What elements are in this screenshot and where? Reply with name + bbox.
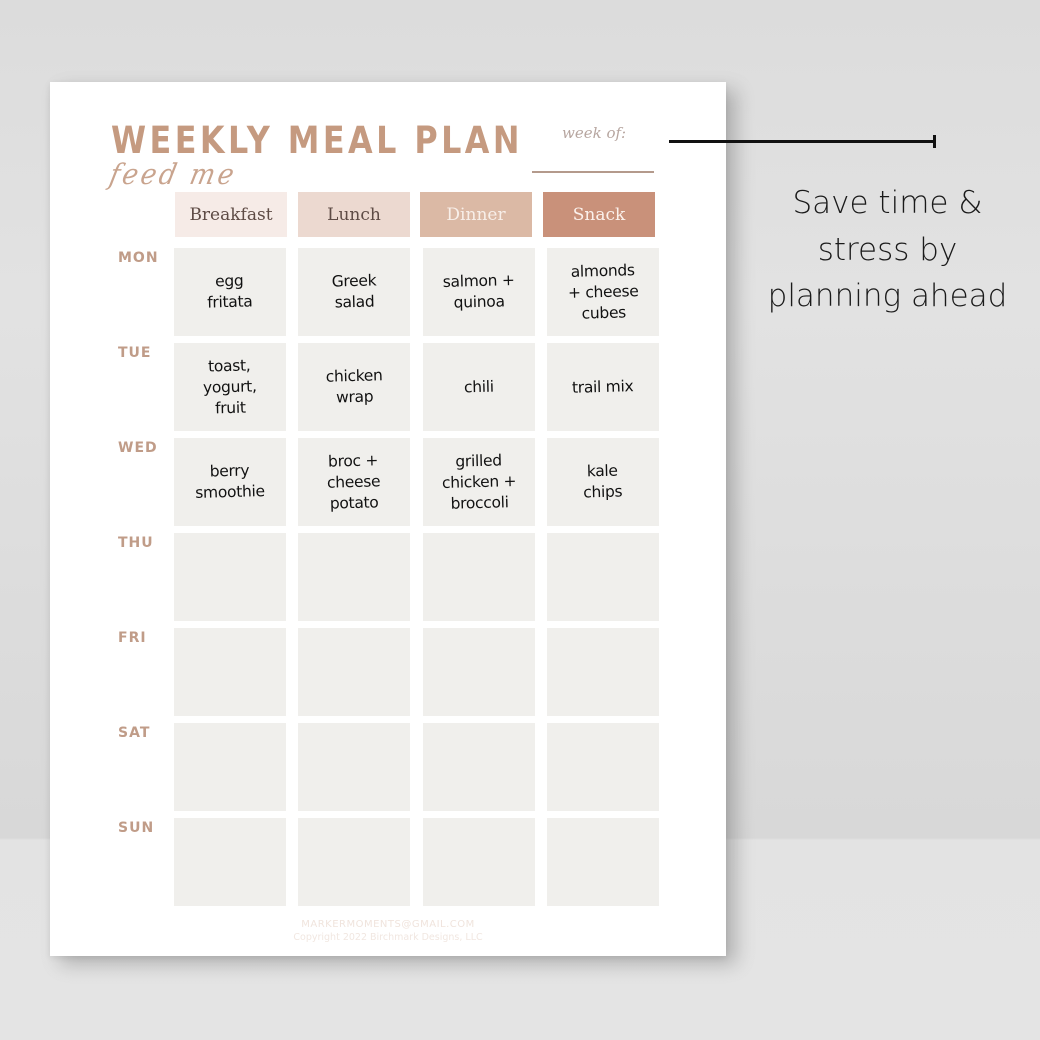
column-header-snack: Snack <box>543 192 655 237</box>
page-title: WEEKLY MEAL PLAN <box>111 119 523 162</box>
meal-cell-mon-lunch[interactable]: Greek salad <box>298 248 410 336</box>
week-of-label: week of: <box>562 124 627 142</box>
meal-cell-sun-snack[interactable] <box>547 818 659 906</box>
meal-cell-sat-breakfast[interactable] <box>174 723 286 811</box>
meal-cell-mon-snack[interactable]: almonds + cheese cubes <box>547 248 659 336</box>
meal-cell-thu-dinner[interactable] <box>423 533 535 621</box>
meal-cell-sat-snack[interactable] <box>547 723 659 811</box>
footer-copyright: Copyright 2022 Birchmark Designs, LLC <box>293 932 483 943</box>
meal-cell-sun-lunch[interactable] <box>298 818 410 906</box>
meal-text: berry smoothie <box>195 461 266 502</box>
callout-text: Save time & stress by planning ahead <box>767 185 1008 314</box>
day-label-sat: SAT <box>118 725 151 741</box>
day-label-mon: MON <box>118 250 159 266</box>
meal-cell-wed-dinner[interactable]: grilled chicken + broccoli <box>423 438 535 526</box>
meal-cell-mon-dinner[interactable]: salmon + quinoa <box>423 248 535 336</box>
script-subtitle: feed me <box>106 158 240 192</box>
meal-cell-thu-lunch[interactable] <box>298 533 410 621</box>
column-header-lunch: Lunch <box>298 192 410 237</box>
meal-text: chicken wrap <box>325 366 383 407</box>
pointer-line-cap <box>933 135 936 148</box>
meal-cell-sat-dinner[interactable] <box>423 723 535 811</box>
meal-cell-wed-breakfast[interactable]: berry smoothie <box>174 438 286 526</box>
meal-cell-wed-lunch[interactable]: broc + cheese potato <box>298 438 410 526</box>
day-label-thu: THU <box>118 535 154 551</box>
meal-cell-tue-lunch[interactable]: chicken wrap <box>298 343 410 431</box>
meal-cell-tue-breakfast[interactable]: toast, yogurt, fruit <box>174 343 286 431</box>
meal-cell-sat-lunch[interactable] <box>298 723 410 811</box>
day-label-tue: TUE <box>118 345 152 361</box>
column-header-dinner: Dinner <box>420 192 532 237</box>
meal-cell-fri-snack[interactable] <box>547 628 659 716</box>
meal-text: salmon + quinoa <box>442 271 515 312</box>
meal-cell-sun-dinner[interactable] <box>423 818 535 906</box>
meal-text: toast, yogurt, fruit <box>202 355 258 417</box>
meal-cell-sun-breakfast[interactable] <box>174 818 286 906</box>
meal-text: grilled chicken + broccoli <box>441 450 517 513</box>
meal-cell-mon-breakfast[interactable]: egg fritata <box>174 248 286 336</box>
meal-cell-tue-snack[interactable]: trail mix <box>547 343 659 431</box>
meal-text: egg fritata <box>207 271 254 312</box>
meal-cell-thu-snack[interactable] <box>547 533 659 621</box>
meal-text: almonds + cheese cubes <box>567 260 639 323</box>
pointer-line <box>669 140 935 143</box>
meal-cell-thu-breakfast[interactable] <box>174 533 286 621</box>
meal-cell-fri-breakfast[interactable] <box>174 628 286 716</box>
meal-text: kale chips <box>583 461 624 502</box>
footer-email: MARKERMOMENTS@GMAIL.COM <box>301 919 475 930</box>
meal-cell-fri-dinner[interactable] <box>423 628 535 716</box>
meal-text: chili <box>463 377 495 396</box>
day-label-wed: WED <box>118 440 158 456</box>
meal-text: broc + cheese potato <box>327 450 381 513</box>
meal-text: trail mix <box>572 376 634 397</box>
meal-cell-fri-lunch[interactable] <box>298 628 410 716</box>
column-header-breakfast: Breakfast <box>175 192 287 237</box>
meal-cell-wed-snack[interactable]: kale chips <box>547 438 659 526</box>
day-label-sun: SUN <box>118 820 155 836</box>
meal-cell-tue-dinner[interactable]: chili <box>423 343 535 431</box>
week-of-field[interactable] <box>532 171 654 173</box>
day-label-fri: FRI <box>118 630 147 646</box>
meal-text: Greek salad <box>331 271 377 312</box>
